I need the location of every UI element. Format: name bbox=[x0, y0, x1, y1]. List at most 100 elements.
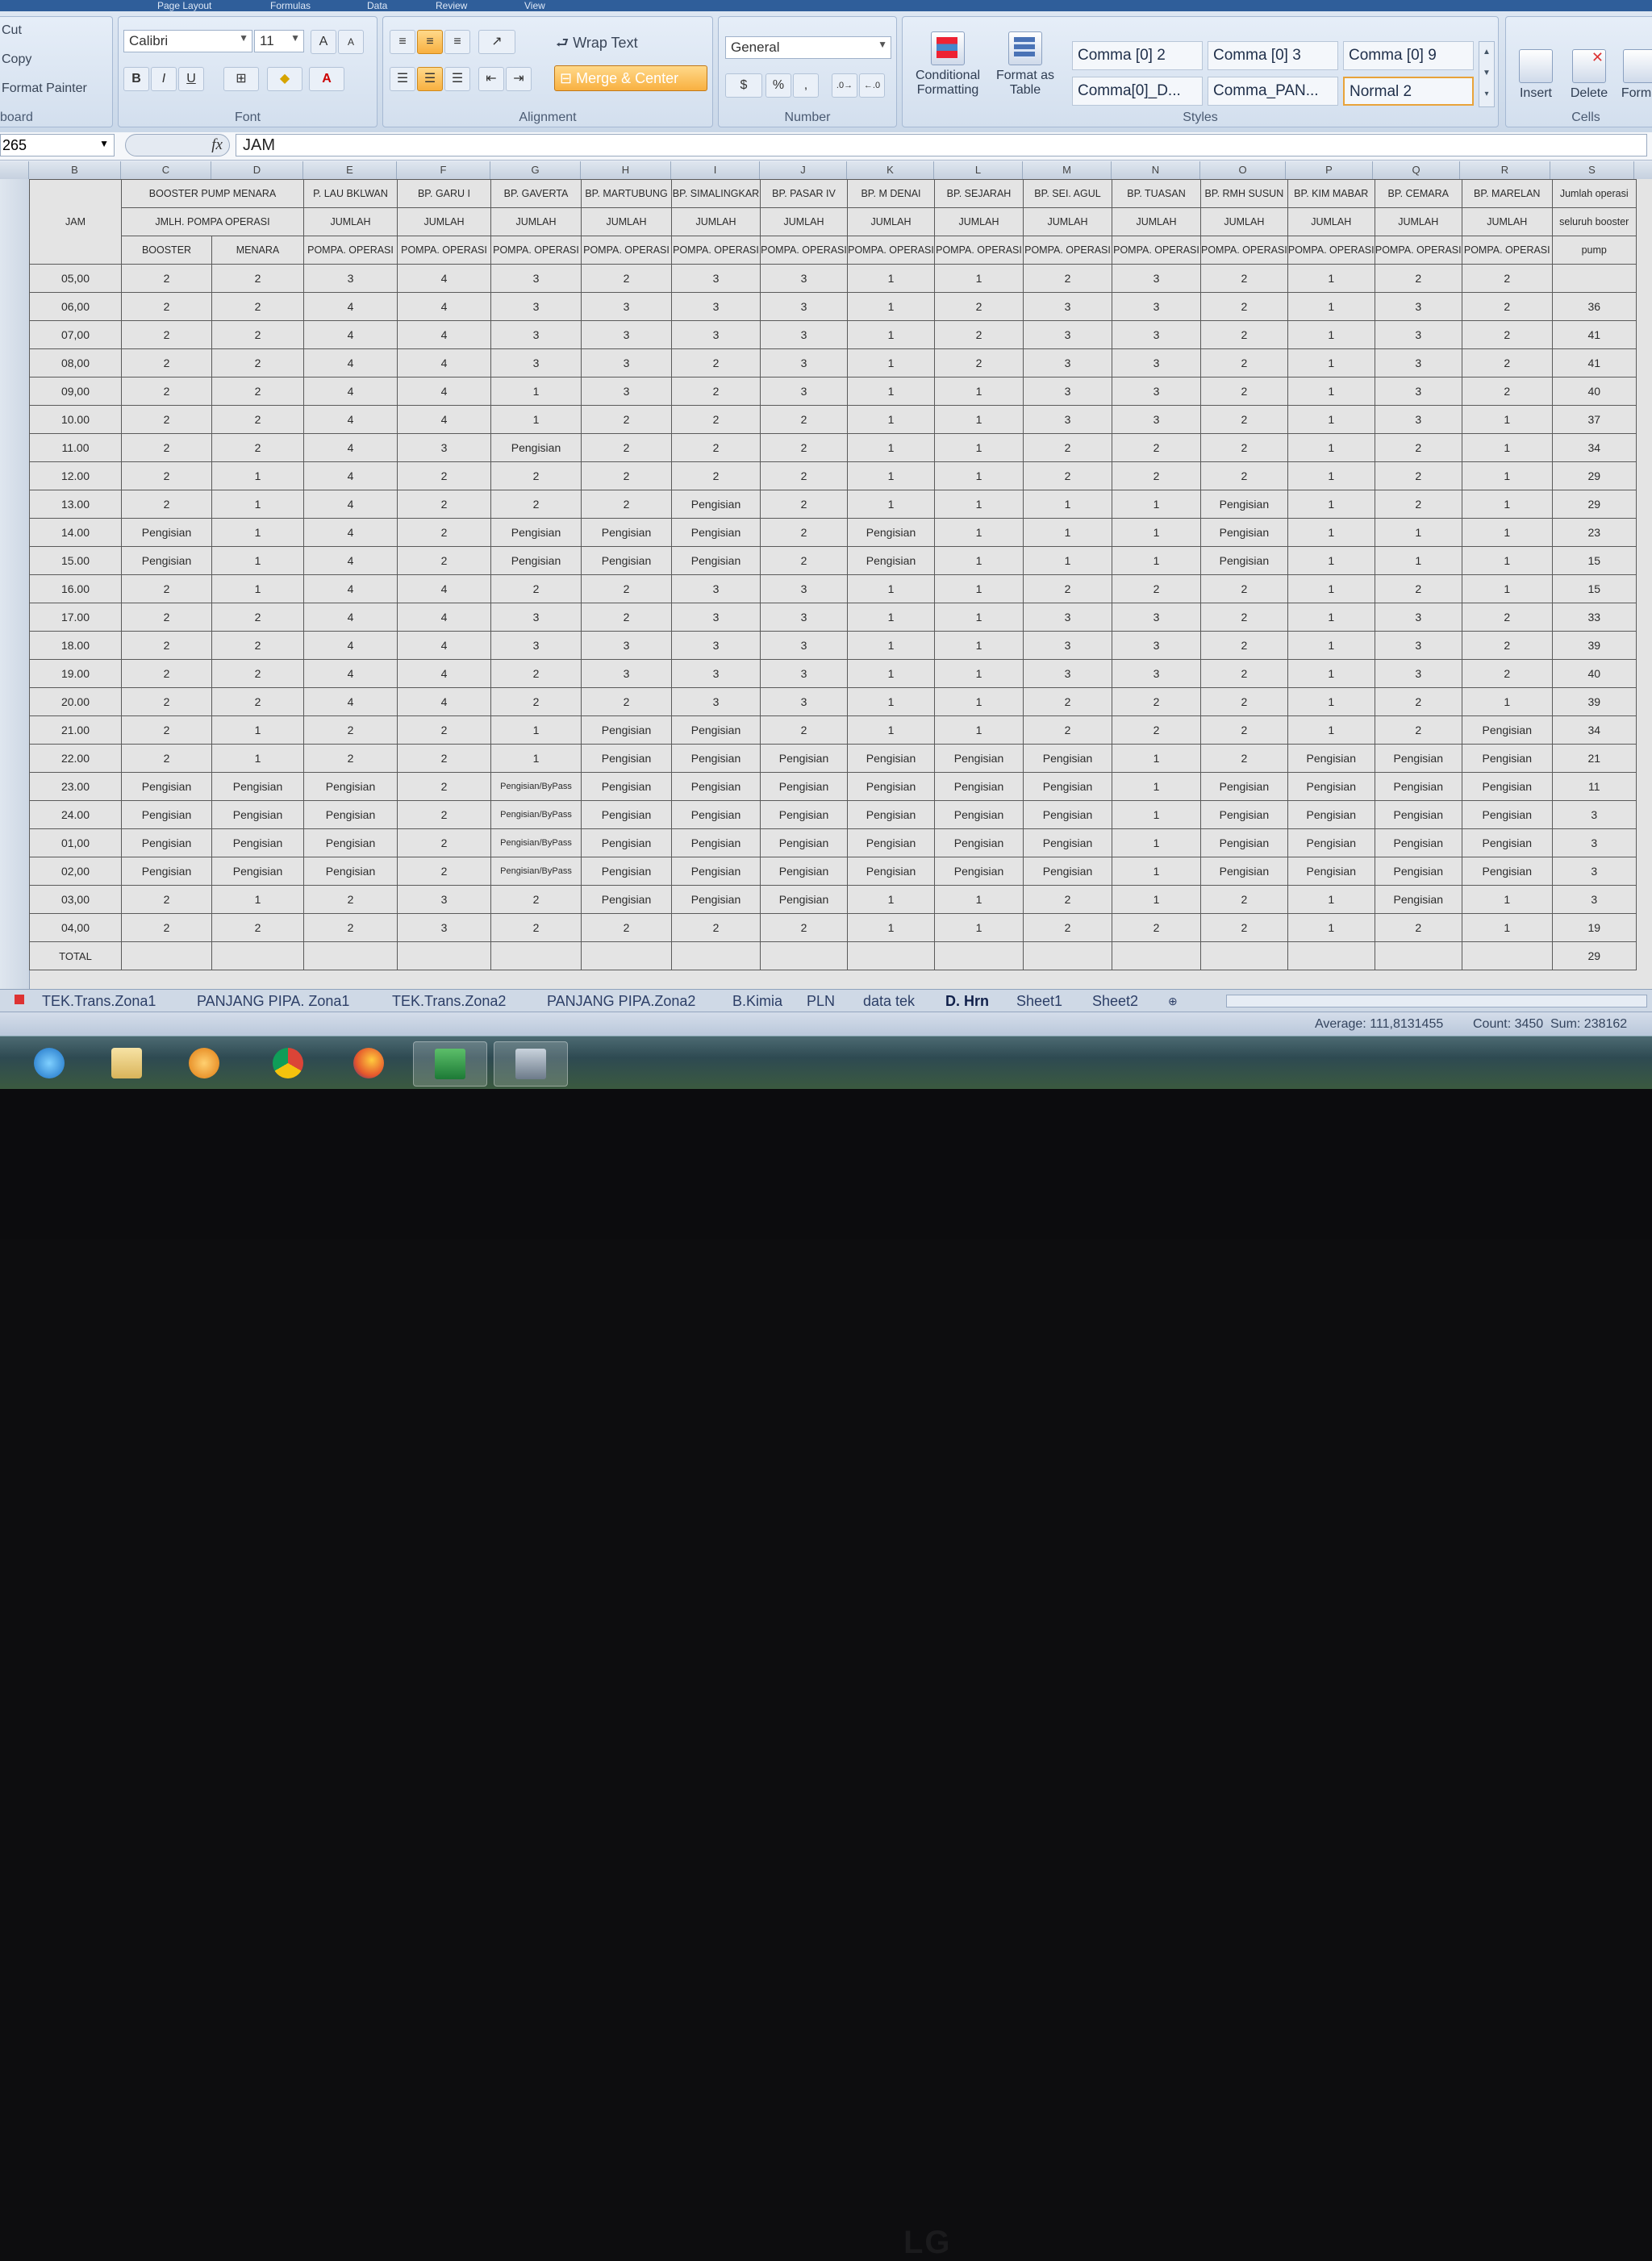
header-station[interactable]: BP. SEJARAH bbox=[934, 179, 1024, 208]
table-cell[interactable]: 1 bbox=[1461, 405, 1553, 434]
table-cell[interactable]: Pengisian bbox=[581, 828, 672, 857]
cell-jam[interactable]: 08,00 bbox=[29, 348, 122, 378]
table-cell[interactable]: 4 bbox=[397, 320, 491, 349]
table-cell[interactable]: 1 bbox=[1461, 518, 1553, 547]
table-cell[interactable]: 2 bbox=[490, 490, 582, 519]
table-cell[interactable]: 1 bbox=[1287, 546, 1375, 575]
header-station[interactable]: BP. TUASAN bbox=[1112, 179, 1201, 208]
table-cell[interactable]: Pengisian bbox=[1200, 490, 1288, 519]
table-cell[interactable]: 2 bbox=[1112, 715, 1201, 745]
cell-jam[interactable]: 07,00 bbox=[29, 320, 122, 349]
table-cell[interactable]: 41 bbox=[1551, 320, 1637, 349]
sheet-tab-panjang-pipa-zona1[interactable]: PANJANG PIPA. Zona1 bbox=[197, 991, 349, 1011]
table-cell[interactable]: 2 bbox=[121, 461, 212, 490]
table-cell[interactable]: 2 bbox=[121, 377, 212, 406]
table-cell[interactable]: 2 bbox=[211, 659, 304, 688]
table-cell[interactable]: Pengisian bbox=[303, 800, 398, 829]
table-cell[interactable]: 3 bbox=[1551, 857, 1637, 886]
header-station[interactable]: BP. MARTUBUNG bbox=[581, 179, 672, 208]
comma-style-icon[interactable]: , bbox=[793, 73, 819, 98]
taskbar-internet-explorer[interactable] bbox=[18, 1041, 81, 1085]
table-cell[interactable]: 3 bbox=[671, 264, 761, 293]
table-cell[interactable]: 3 bbox=[1023, 659, 1112, 688]
table-cell[interactable]: Pengisian bbox=[934, 828, 1024, 857]
table-cell[interactable]: 15 bbox=[1551, 546, 1637, 575]
tab-page-layout[interactable]: Page Layout bbox=[157, 0, 211, 11]
table-cell[interactable]: 1 bbox=[934, 490, 1024, 519]
table-cell[interactable]: Pengisian bbox=[1200, 828, 1288, 857]
column-header-q[interactable]: Q bbox=[1373, 161, 1460, 179]
table-cell[interactable]: 3 bbox=[760, 377, 848, 406]
table-cell[interactable]: 4 bbox=[303, 320, 398, 349]
table-cell[interactable]: Pengisian bbox=[1287, 857, 1375, 886]
column-header-m[interactable]: M bbox=[1023, 161, 1112, 179]
table-cell[interactable]: 1 bbox=[847, 405, 935, 434]
grow-font-icon[interactable]: A bbox=[311, 30, 336, 54]
table-cell[interactable]: 2 bbox=[303, 744, 398, 773]
table-cell[interactable]: 29 bbox=[1551, 490, 1637, 519]
table-cell[interactable]: 2 bbox=[121, 715, 212, 745]
table-cell[interactable]: 1 bbox=[934, 377, 1024, 406]
table-cell[interactable]: 2 bbox=[1374, 913, 1462, 942]
table-cell[interactable]: Pengisian bbox=[671, 828, 761, 857]
table-cell[interactable]: 2 bbox=[760, 546, 848, 575]
table-cell[interactable]: 2 bbox=[1023, 715, 1112, 745]
table-cell[interactable]: 3 bbox=[1112, 377, 1201, 406]
table-cell[interactable]: 3 bbox=[1112, 603, 1201, 632]
header-jumlah[interactable]: JUMLAH bbox=[934, 207, 1024, 236]
tab-formulas[interactable]: Formulas bbox=[270, 0, 311, 11]
header-station[interactable]: BP. GAVERTA bbox=[490, 179, 582, 208]
table-cell[interactable]: Pengisian bbox=[303, 772, 398, 801]
table-cell[interactable]: 4 bbox=[303, 659, 398, 688]
table-cell[interactable]: 3 bbox=[760, 687, 848, 716]
table-cell[interactable]: 1 bbox=[934, 687, 1024, 716]
table-cell[interactable]: 2 bbox=[671, 405, 761, 434]
table-cell[interactable]: Pengisian bbox=[581, 800, 672, 829]
total-label[interactable]: TOTAL bbox=[29, 941, 122, 970]
table-cell[interactable]: 4 bbox=[303, 518, 398, 547]
table-cell[interactable]: 3 bbox=[671, 631, 761, 660]
table-cell[interactable]: 2 bbox=[121, 744, 212, 773]
table-cell[interactable]: 3 bbox=[1551, 885, 1637, 914]
table-cell[interactable]: Pengisian bbox=[1200, 546, 1288, 575]
table-cell[interactable]: 1 bbox=[934, 603, 1024, 632]
table-cell[interactable]: 2 bbox=[397, 461, 491, 490]
table-cell[interactable]: 40 bbox=[1551, 377, 1637, 406]
table-cell[interactable]: 3 bbox=[490, 320, 582, 349]
table-cell[interactable]: 2 bbox=[1112, 687, 1201, 716]
table-cell[interactable]: 1 bbox=[211, 744, 304, 773]
table-cell[interactable]: 3 bbox=[1374, 659, 1462, 688]
horizontal-scrollbar[interactable] bbox=[1226, 995, 1647, 1007]
header-sub[interactable]: POMPA. OPERASI bbox=[1287, 236, 1375, 265]
cell-jam[interactable]: 23.00 bbox=[29, 772, 122, 801]
table-cell[interactable]: Pengisian bbox=[847, 546, 935, 575]
table-cell[interactable]: 2 bbox=[211, 631, 304, 660]
cell-jam[interactable]: 01,00 bbox=[29, 828, 122, 857]
table-cell[interactable]: 2 bbox=[211, 603, 304, 632]
table-cell[interactable]: 1 bbox=[1112, 828, 1201, 857]
header-jumlah[interactable]: JUMLAH bbox=[760, 207, 848, 236]
table-cell[interactable]: 1 bbox=[1287, 659, 1375, 688]
table-cell[interactable]: 4 bbox=[303, 433, 398, 462]
table-cell[interactable]: 1 bbox=[847, 461, 935, 490]
table-cell[interactable]: 1 bbox=[934, 405, 1024, 434]
header-sub[interactable]: POMPA. OPERASI bbox=[303, 236, 398, 265]
column-header-s[interactable]: S bbox=[1550, 161, 1634, 179]
table-cell[interactable]: Pengisian bbox=[581, 772, 672, 801]
table-cell[interactable]: 1 bbox=[1287, 348, 1375, 378]
format-cells-button[interactable]: Forma bbox=[1616, 49, 1652, 101]
table-cell[interactable]: Pengisian bbox=[1374, 885, 1462, 914]
table-cell[interactable]: 3 bbox=[760, 264, 848, 293]
header-sub[interactable]: POMPA. OPERASI bbox=[671, 236, 761, 265]
table-cell[interactable]: 2 bbox=[760, 715, 848, 745]
table-cell[interactable]: 4 bbox=[397, 405, 491, 434]
table-cell[interactable]: 2 bbox=[211, 377, 304, 406]
table-cell[interactable]: 1 bbox=[934, 433, 1024, 462]
column-header-l[interactable]: L bbox=[934, 161, 1023, 179]
table-cell[interactable]: 1 bbox=[847, 603, 935, 632]
table-cell[interactable]: 1 bbox=[1287, 377, 1375, 406]
table-cell[interactable]: 1 bbox=[1287, 433, 1375, 462]
table-cell[interactable]: Pengisian/ByPass bbox=[490, 772, 582, 801]
format-painter-button[interactable]: Format Painter bbox=[2, 81, 87, 96]
table-cell[interactable]: 1 bbox=[934, 574, 1024, 603]
